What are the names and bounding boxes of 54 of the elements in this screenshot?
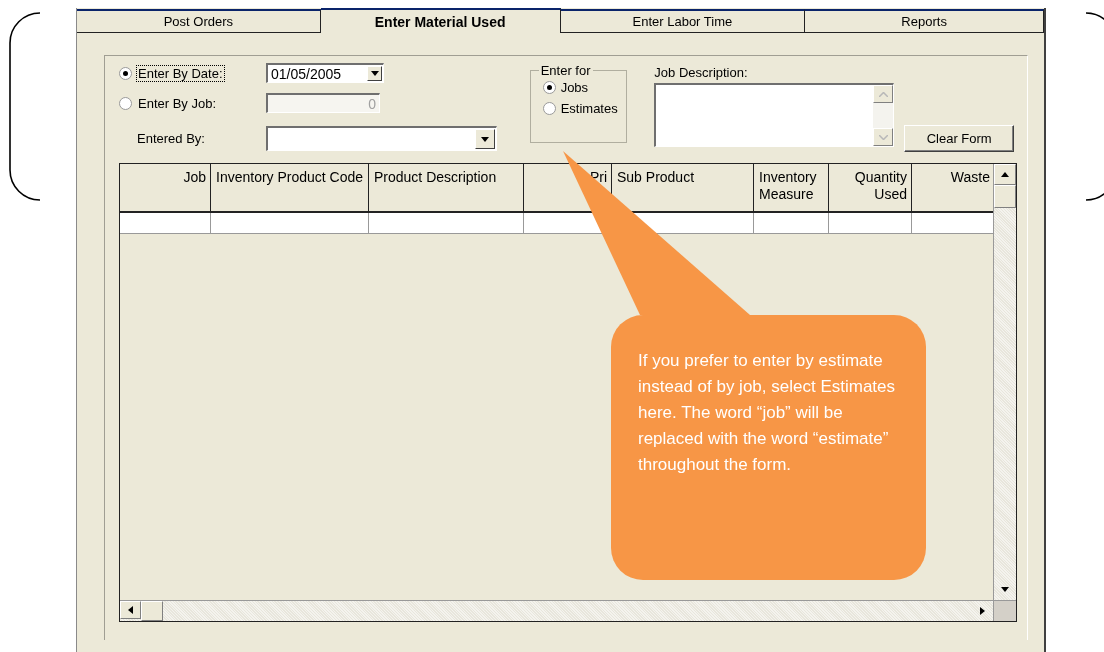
callout-text: If you prefer to enter by estimate instead of by job, select Estimates here. The word “job” will be replaced with the word “estimate” throughout the form. (638, 350, 896, 476)
down-arrow-icon (370, 71, 379, 76)
scroll-down-button[interactable] (873, 128, 894, 146)
left-arrow-icon (128, 606, 133, 614)
radio-button[interactable] (542, 81, 556, 94)
table-cell[interactable] (754, 213, 829, 233)
radio-option[interactable]: Estimates (542, 101, 627, 116)
down-arrow-icon (481, 136, 489, 142)
chevron-down-icon (878, 134, 888, 140)
date-field[interactable]: 01/05/2005 (266, 63, 384, 83)
radio-label: Enter By Date: (137, 65, 224, 81)
entered-by-field[interactable] (266, 126, 497, 151)
radio-button[interactable] (542, 102, 556, 115)
tab[interactable]: Enter Labor Time (560, 9, 806, 33)
tab[interactable]: Enter Material Used (320, 8, 561, 33)
column-header[interactable]: Quantity Used (829, 164, 912, 211)
table-cell[interactable] (829, 213, 912, 233)
field-label: Entered By: (137, 131, 205, 146)
radio-button[interactable] (119, 66, 132, 80)
right-arrow-icon (980, 607, 985, 615)
dropdown-button[interactable] (367, 66, 382, 81)
up-arrow-icon (1001, 172, 1009, 177)
table-cell[interactable] (369, 213, 524, 233)
radio-button[interactable] (119, 96, 132, 110)
chevron-up-icon (878, 91, 888, 97)
column-header[interactable]: Product Description (369, 164, 524, 211)
date-value: 01/05/2005 (270, 65, 343, 82)
group-title: Enter for (539, 63, 592, 78)
tab[interactable]: Post Orders (77, 9, 321, 33)
vertical-scrollbar[interactable] (993, 164, 1016, 600)
radio-option[interactable]: Enter By Job: (119, 95, 218, 111)
scrollbar-thumb[interactable] (994, 185, 1016, 208)
table-cell[interactable] (211, 213, 369, 233)
column-header[interactable]: Inventory Measure (754, 164, 829, 211)
down-arrow-icon (1001, 587, 1009, 592)
scrollbar[interactable] (873, 85, 894, 146)
dropdown-button[interactable] (475, 129, 495, 149)
column-header[interactable]: Inventory Product Code (211, 164, 369, 211)
radio-label: Enter By Job: (137, 95, 218, 111)
column-header[interactable]: Job (120, 164, 211, 211)
scroll-up-button[interactable] (994, 164, 1016, 185)
table-cell[interactable] (912, 213, 993, 233)
clear-form-button[interactable]: Clear Form (904, 125, 1014, 152)
field-label: Job Description: (654, 65, 749, 80)
table-cell[interactable] (120, 213, 211, 233)
tab[interactable]: Reports (805, 9, 1044, 33)
scroll-left-button[interactable] (120, 601, 141, 619)
horizontal-scrollbar[interactable] (120, 600, 993, 621)
radio-option[interactable]: Jobs (542, 80, 627, 95)
scrollbar-corner (993, 600, 1016, 621)
job-description-field[interactable] (654, 83, 895, 147)
job-value: 0 (367, 95, 377, 112)
radio-option[interactable]: Enter By Date: (119, 65, 224, 81)
scrollbar-thumb[interactable] (141, 601, 163, 621)
